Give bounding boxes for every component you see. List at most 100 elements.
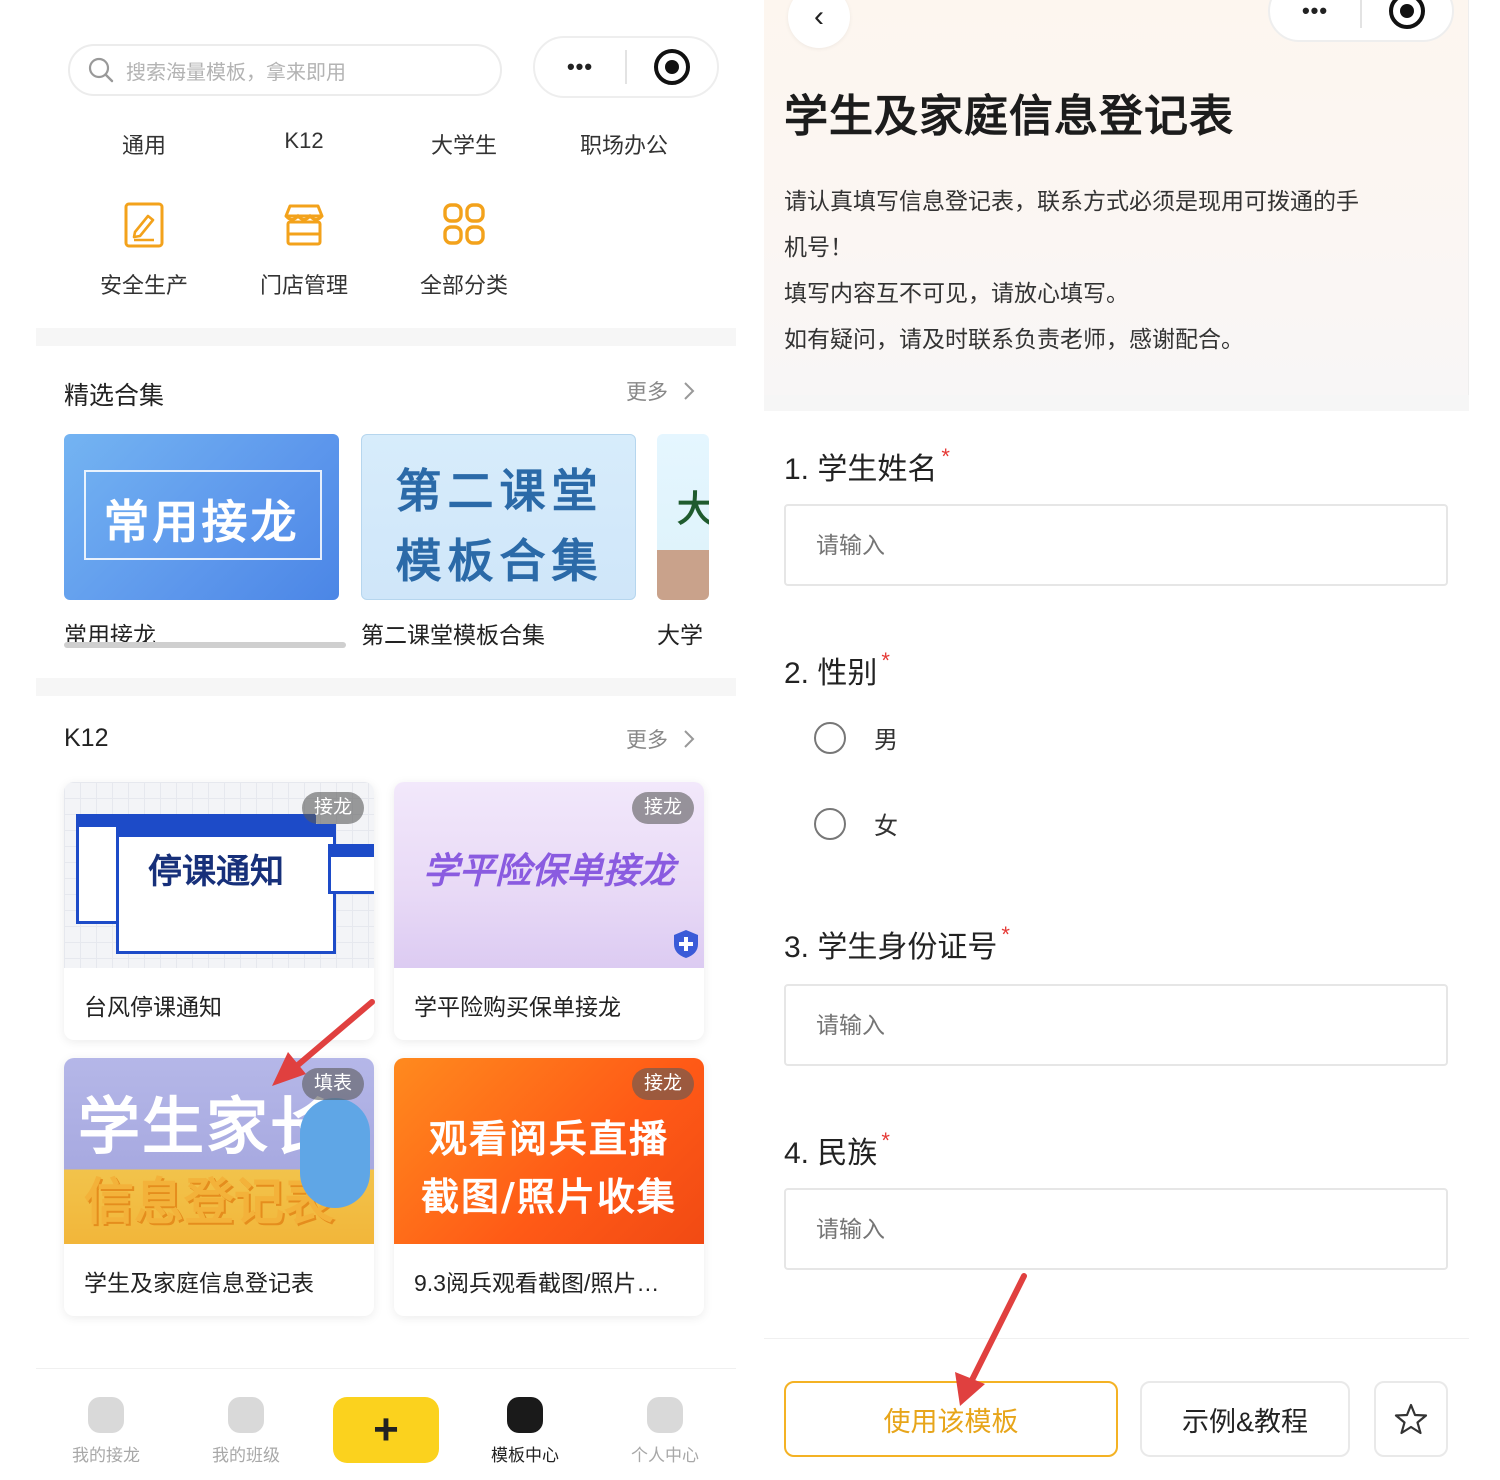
category-label: 安全生产: [99, 273, 188, 298]
tab-personal-center[interactable]: 个人中心: [595, 1397, 735, 1466]
category-safety-production[interactable]: 安全生产: [64, 198, 224, 300]
option-label: 男: [874, 727, 898, 754]
template-center-screen: 搜索海量模板，拿来即用 ••• 通用 K12 大学生 职场办公 安全生产 门店管…: [0, 0, 755, 1480]
thumbnail-text: 停课通知: [148, 853, 284, 891]
template-thumbnail: 学生家长 信息登记表 填表: [64, 1058, 374, 1244]
thumbnail-text: 学生家长: [78, 1093, 335, 1162]
template-caption: 9.3阅兵观看截图/照片…: [414, 1270, 660, 1296]
shield-icon: [674, 930, 698, 958]
target-icon: [1388, 0, 1425, 29]
section-divider: [764, 395, 1469, 411]
featured-section-title: 精选合集: [64, 382, 165, 410]
thumbnail-text: 观看阅兵直播: [428, 1116, 669, 1161]
section-divider: [36, 678, 736, 696]
mini-program-capsule: •••: [1268, 0, 1454, 42]
thumbnail-text: 截图/照片收集: [421, 1174, 677, 1219]
template-card-student-family-form[interactable]: 学生家长 信息登记表 填表 学生及家庭信息登记表: [64, 1058, 374, 1316]
category-label: 全部分类: [419, 273, 508, 298]
close-program-button[interactable]: [1362, 0, 1452, 29]
question-4-label: 4. 民族 *: [784, 1128, 890, 1172]
more-options-button[interactable]: •••: [535, 54, 625, 80]
description-line: 请认真填写信息登记表，联系方式必须是现用可拨通的手: [784, 188, 1359, 214]
description-line: 机号！: [784, 234, 853, 260]
thumbnail-text: 常用接龙: [103, 495, 300, 549]
template-thumbnail: 学平险保单接龙 接龙: [394, 782, 704, 968]
action-bar: 使用该模板 示例&教程: [764, 1338, 1469, 1480]
student-name-input[interactable]: [784, 504, 1448, 586]
tab-template-center[interactable]: 模板中心: [455, 1397, 595, 1466]
favorite-button[interactable]: [1374, 1381, 1448, 1457]
section-divider: [36, 328, 736, 346]
description-line: 填写内容互不可见，请放心填写。: [784, 280, 1129, 306]
featured-more-link[interactable]: 更多: [626, 376, 696, 406]
tab-my-class[interactable]: 我的班级: [176, 1397, 316, 1466]
template-caption: 学生及家庭信息登记表: [84, 1270, 314, 1296]
thumbnail-text: 模板合集: [395, 535, 604, 587]
target-icon: [653, 49, 690, 85]
collection-thumbnail: 第二课堂 模板合集: [361, 434, 636, 600]
template-center-icon: [507, 1397, 543, 1433]
tab-label: 我的接龙: [72, 1446, 140, 1465]
more-options-button[interactable]: •••: [1270, 0, 1360, 24]
question-text: 3. 学生身份证号: [784, 931, 998, 964]
tab-my-relay[interactable]: 我的接龙: [36, 1397, 176, 1466]
create-button[interactable]: +: [333, 1397, 439, 1463]
option-label: 女: [874, 813, 898, 840]
template-type-badge: 接龙: [631, 1068, 694, 1100]
template-type-badge: 接龙: [631, 792, 694, 824]
required-marker: *: [1001, 922, 1010, 947]
question-2-label: 2. 性别 *: [784, 648, 890, 692]
category-store-management[interactable]: 门店管理: [224, 198, 384, 300]
bottom-tab-bar: 我的接龙 我的班级 + 模板中心 个人中心: [36, 1368, 736, 1480]
search-bar[interactable]: 搜索海量模板，拿来即用: [68, 44, 502, 96]
thumbnail-text: 学平险保单接龙: [422, 850, 675, 891]
form-title: 学生及家庭信息登记表: [784, 92, 1234, 141]
category-all[interactable]: 全部分类: [384, 198, 544, 300]
category-general[interactable]: 通用: [64, 128, 224, 160]
search-icon: [88, 57, 114, 83]
collection-card-common-relay[interactable]: 常用接龙 常用接龙: [64, 434, 339, 650]
collection-card-college[interactable]: 大 大学: [657, 434, 709, 650]
close-program-button[interactable]: [627, 49, 717, 85]
student-id-input[interactable]: [784, 984, 1448, 1066]
form-header: ‹ ••• 学生及家庭信息登记表 请认真填写信息登记表，联系方式必须是现用可拨通…: [764, 0, 1469, 395]
template-card-parade-screenshots[interactable]: 观看阅兵直播 截图/照片收集 接龙 9.3阅兵观看截图/照片…: [394, 1058, 704, 1316]
k12-more-link[interactable]: 更多: [626, 724, 696, 754]
category-office[interactable]: 职场办公: [544, 128, 704, 160]
category-college[interactable]: 大学生: [384, 128, 544, 160]
radio-circle-icon: [814, 807, 846, 840]
chevron-right-icon: [684, 382, 695, 400]
radio-circle-icon: [814, 721, 846, 754]
relay-icon: [88, 1397, 124, 1433]
question-text: 2. 性别: [784, 657, 878, 690]
thumbnail-text: 第二课堂: [395, 465, 604, 517]
template-caption: 台风停课通知: [84, 994, 222, 1020]
ethnicity-input[interactable]: [784, 1188, 1448, 1270]
class-icon: [228, 1397, 264, 1433]
description-line: 如有疑问，请及时联系负责老师，感谢配合。: [784, 326, 1244, 352]
back-button[interactable]: ‹: [788, 0, 850, 48]
collection-card-second-classroom[interactable]: 第二课堂 模板合集 第二课堂模板合集: [361, 434, 636, 650]
gender-option-male[interactable]: 男: [814, 720, 898, 755]
question-1-label: 1. 学生姓名 *: [784, 444, 950, 488]
use-template-button[interactable]: 使用该模板: [784, 1381, 1118, 1457]
k12-section-title: K12: [64, 724, 109, 752]
gender-option-female[interactable]: 女: [814, 806, 898, 841]
required-marker: *: [881, 1128, 890, 1153]
template-card-typhoon-notice[interactable]: 停课通知 接龙 台风停课通知: [64, 782, 374, 1040]
template-thumbnail: 观看阅兵直播 截图/照片收集 接龙: [394, 1058, 704, 1244]
horizontal-scroll-indicator: [64, 642, 346, 648]
category-label: 门店管理: [259, 273, 348, 298]
template-card-insurance-relay[interactable]: 学平险保单接龙 接龙 学平险购买保单接龙: [394, 782, 704, 1040]
safety-production-icon: [124, 202, 164, 248]
star-icon: [1394, 1403, 1428, 1435]
collection-thumbnail: 常用接龙: [64, 434, 339, 600]
required-marker: *: [941, 444, 950, 469]
more-label: 更多: [626, 381, 668, 404]
examples-tutorial-button[interactable]: 示例&教程: [1140, 1381, 1350, 1457]
chevron-right-icon: [684, 730, 695, 748]
collection-caption: 大学: [657, 622, 703, 648]
thumbnail-text: 大: [677, 488, 709, 529]
category-k12[interactable]: K12: [224, 128, 384, 160]
question-3-label: 3. 学生身份证号 *: [784, 922, 1010, 966]
